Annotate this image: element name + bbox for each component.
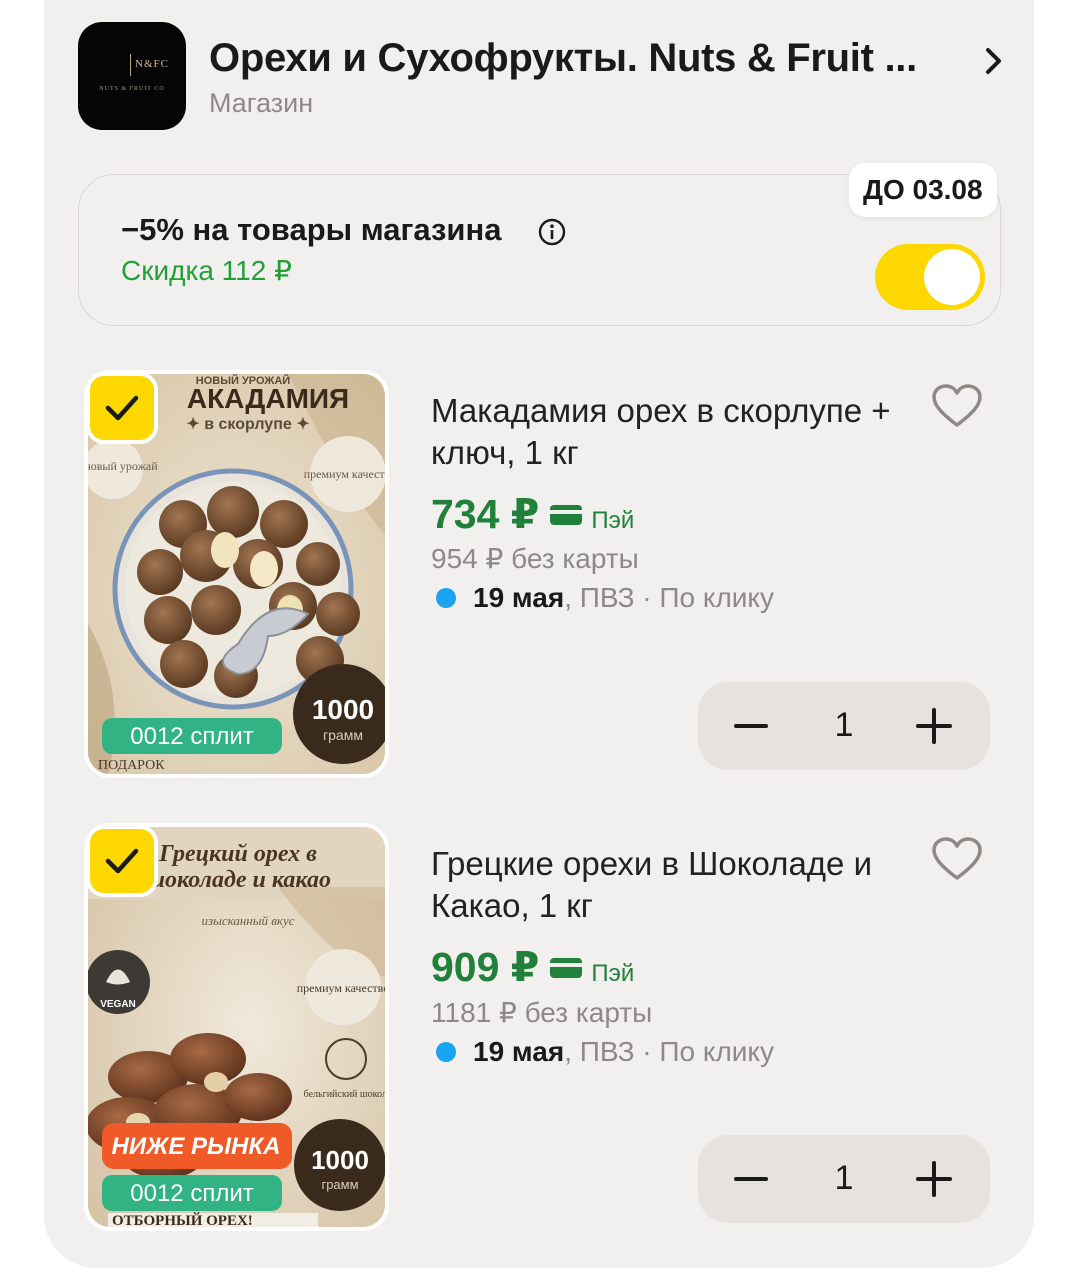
pay-label: Пэй — [591, 507, 635, 534]
price-without-card: 1181 ₽ без карты — [431, 997, 653, 1028]
promo-toggle[interactable] — [875, 244, 985, 310]
delivery-info: 19 мая , ПВЗ · По клику — [436, 582, 774, 614]
svg-text:1000: 1000 — [312, 694, 374, 725]
delivery-date: 19 мая — [473, 1036, 565, 1067]
delivery-date: 19 мая — [473, 582, 565, 613]
logo-subtext: NUTS & FRUIT CO — [99, 86, 165, 92]
svg-text:Грецкий орех в: Грецкий орех в — [158, 841, 317, 867]
svg-text:грамм: грамм — [321, 1177, 358, 1192]
plus-icon[interactable] — [916, 708, 952, 744]
price-without-card: 954 ₽ без карты — [431, 543, 639, 574]
promo-deadline-badge: ДО 03.08 — [849, 163, 997, 217]
svg-text:новый урожай: новый урожай — [88, 459, 158, 473]
svg-text:ПОДАРОК: ПОДАРОК — [98, 758, 165, 773]
delivery-details: , ПВЗ · По клику — [564, 582, 774, 613]
shop-subtitle: Магазин — [209, 88, 314, 118]
delivery-dot-icon — [436, 588, 456, 608]
select-checkbox[interactable] — [86, 372, 158, 444]
checkmark-icon — [105, 395, 139, 421]
delivery-info: 19 мая , ПВЗ · По клику — [436, 1036, 774, 1068]
toggle-knob — [924, 249, 980, 305]
delivery-dot-icon — [436, 1042, 456, 1062]
bank-card-icon — [550, 505, 583, 525]
pay-label: Пэй — [591, 960, 635, 987]
promo-title: −5% на товары магазина — [121, 212, 502, 247]
svg-text:грамм: грамм — [323, 727, 363, 743]
svg-text:шоколаде и какао: шоколаде и какао — [145, 867, 331, 893]
svg-text:изысканный вкус: изысканный вкус — [201, 913, 294, 928]
svg-text:ОТБОРНЫЙ ОРЕХ!: ОТБОРНЫЙ ОРЕХ! — [112, 1212, 253, 1227]
price: 909 ₽ — [431, 944, 540, 990]
svg-text:✦ в скорлупе ✦: ✦ в скорлупе ✦ — [186, 416, 309, 433]
price-row: 909 ₽ Пэй — [431, 943, 634, 993]
svg-text:премиум качество: премиум качество — [297, 981, 385, 995]
shop-title[interactable]: Орехи и Сухофрукты. Nuts & Fruit ... — [209, 36, 969, 81]
svg-text:0012 сплит: 0012 сплит — [130, 723, 253, 750]
checkmark-icon — [105, 848, 139, 874]
svg-text:VEGAN: VEGAN — [100, 999, 136, 1010]
info-icon[interactable] — [538, 218, 566, 246]
select-checkbox[interactable] — [86, 825, 158, 897]
product-title[interactable]: Макадамия орех в скорлупе + ключ, 1 кг — [431, 390, 921, 474]
price: 734 ₽ — [431, 491, 540, 537]
chevron-right-icon[interactable] — [980, 44, 1008, 78]
plus-icon[interactable] — [916, 1161, 952, 1197]
svg-text:НИЖЕ РЫНКА: НИЖЕ РЫНКА — [112, 1133, 281, 1160]
quantity-stepper: 1 — [698, 682, 990, 770]
favorite-heart-icon[interactable] — [931, 383, 983, 429]
favorite-heart-icon[interactable] — [931, 836, 983, 882]
bank-card-icon — [550, 958, 583, 978]
svg-text:1000: 1000 — [311, 1145, 369, 1175]
product-title[interactable]: Грецкие орехи в Шоколаде и Какао, 1 кг — [431, 843, 921, 927]
promo-discount: Скидка 112 ₽ — [121, 255, 292, 286]
svg-text:0012 сплит: 0012 сплит — [130, 1180, 253, 1207]
svg-text:премиум качество: премиум качество — [304, 467, 385, 481]
shop-logo[interactable]: N&FC NUTS & FRUIT CO — [78, 22, 186, 130]
svg-text:бельгийский шоколад: бельгийский шоколад — [304, 1089, 385, 1100]
quantity-stepper: 1 — [698, 1135, 990, 1223]
svg-text:АКАДАМИЯ: АКАДАМИЯ — [187, 383, 349, 414]
logo-monogram: N&FC — [135, 58, 169, 70]
logo-divider — [130, 54, 131, 76]
delivery-details: , ПВЗ · По клику — [564, 1036, 774, 1067]
price-row: 734 ₽ Пэй — [431, 490, 634, 540]
